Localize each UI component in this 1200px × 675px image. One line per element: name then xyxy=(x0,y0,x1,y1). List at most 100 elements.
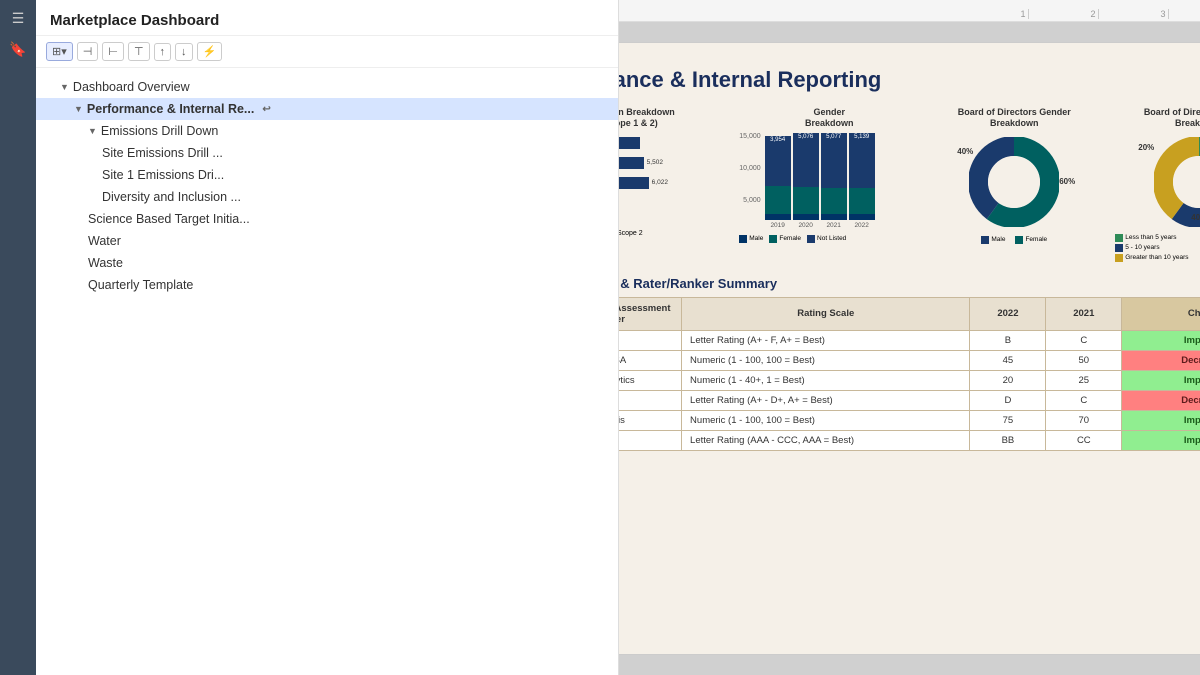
legend-scope2: Scope 2 xyxy=(619,230,643,238)
main-area: 1 2 3 4 5 6 7 8 9 10 11 12 13 Performanc… xyxy=(619,0,1200,675)
menu-icon[interactable]: ☰ xyxy=(12,10,25,27)
col-change: Change xyxy=(1122,297,1200,330)
2021-cell: 70 xyxy=(1046,410,1122,430)
2022-cell: 20 xyxy=(970,370,1046,390)
board-gender-donut xyxy=(969,137,1059,227)
legend-greater10: Greater than 10 years xyxy=(1115,254,1188,262)
less5-label: Less than 5 years xyxy=(1125,234,1176,241)
nav-label: Science Based Target Initia... xyxy=(88,212,250,226)
scope2-bar xyxy=(619,157,644,169)
scope2-label: Scope 2 xyxy=(619,230,643,237)
sidebar-item-diversity[interactable]: Diversity and Inclusion ... xyxy=(36,186,618,208)
arrow-icon: ▼ xyxy=(88,126,97,136)
bar-row-2020: 2020 xyxy=(619,137,730,149)
board-tenure-chart: Board of Directors TenureBreakdown 20% xyxy=(1109,107,1200,262)
expand-all-btn[interactable]: ⊤ xyxy=(128,42,150,61)
ruler-mark: 2 xyxy=(1029,9,1099,19)
arrow-icon: ▼ xyxy=(74,104,83,114)
male-bar xyxy=(793,214,819,220)
collapse-down-btn[interactable]: ↓ xyxy=(175,43,193,61)
table-title: Questionnaire & Rater/Ranker Summary xyxy=(619,276,1200,291)
legend-less5: Less than 5 years xyxy=(1115,234,1176,242)
nav-tree: ▼ Dashboard Overview ▼ Performance & Int… xyxy=(36,68,618,304)
scale-cell: Letter Rating (AAA - CCC, AAA = Best) xyxy=(682,430,970,450)
col-scale: Rating Scale xyxy=(682,297,970,330)
ruler: 1 2 3 4 5 6 7 8 9 10 11 12 13 xyxy=(619,0,1200,22)
collapse-up-btn[interactable]: ↑ xyxy=(154,43,172,61)
indent-btn[interactable]: ⊣ xyxy=(77,42,99,61)
board-tenure-title: Board of Directors TenureBreakdown xyxy=(1109,107,1200,129)
five10-label: 5 - 10 years xyxy=(1125,244,1159,251)
scale-cell: Letter Rating (A+ - D+, A+ = Best) xyxy=(682,390,970,410)
nav-label: Water xyxy=(88,234,121,248)
change-cell: Improved xyxy=(1122,410,1200,430)
outdent-btn[interactable]: ⊢ xyxy=(102,42,124,61)
legend-female: Female xyxy=(1015,236,1047,244)
y-label: 5,000 xyxy=(739,197,760,204)
five10-pct: 40% xyxy=(1191,213,1200,222)
edit-icon[interactable]: ↩ xyxy=(262,104,270,115)
provider-cell: MSCI xyxy=(619,430,682,450)
sidebar-item-emissions-drill-down[interactable]: ▼ Emissions Drill Down xyxy=(36,120,618,142)
female-label: Female xyxy=(1025,236,1047,243)
ruler-marks: 1 2 3 4 5 6 7 8 9 10 11 12 13 xyxy=(959,9,1200,19)
male-color xyxy=(981,236,989,244)
change-cell: Improved xyxy=(1122,430,1200,450)
bar-row-2022: 2022 6,022 xyxy=(619,177,730,189)
stacked-bar-2020: 5,076 2020 xyxy=(793,133,819,229)
scope2-bar xyxy=(619,137,640,149)
nav-label: Diversity and Inclusion ... xyxy=(102,190,241,204)
2022-cell: BB xyxy=(970,430,1046,450)
table-section: Questionnaire & Rater/Ranker Summary Rat… xyxy=(619,276,1200,451)
nav-label: Quarterly Template xyxy=(88,278,193,292)
scale-cell: Numeric (1 - 100, 100 = Best) xyxy=(682,350,970,370)
table-row: MSCI Letter Rating (AAA - CCC, AAA = Bes… xyxy=(619,430,1200,450)
sidebar-item-site-emissions[interactable]: Site Emissions Drill ... xyxy=(36,142,618,164)
y-label: 10,000 xyxy=(739,165,760,172)
sidebar-item-dashboard-overview[interactable]: ▼ Dashboard Overview xyxy=(36,76,618,98)
legend-5-10: 5 - 10 years xyxy=(1115,244,1159,252)
ruler-mark: 4 xyxy=(1169,9,1200,19)
sidebar-item-science-based-target[interactable]: Science Based Target Initia... xyxy=(36,208,618,230)
legend-female: Female xyxy=(769,235,801,243)
sidebar-item-site1-emissions[interactable]: Site 1 Emissions Dri... xyxy=(36,164,618,186)
sidebar-item-water[interactable]: Water xyxy=(36,230,618,252)
sidebar-item-waste[interactable]: Waste xyxy=(36,252,618,274)
bookmark-icon[interactable]: 🔖 xyxy=(9,41,26,58)
x-label: 2020 xyxy=(798,222,812,229)
sidebar-item-performance-internal[interactable]: ▼ Performance & Internal Re... ↩ xyxy=(36,98,618,120)
emission-legend: Scope 1 Scope 2 xyxy=(619,230,730,238)
sidebar-item-quarterly-template[interactable]: Quarterly Template xyxy=(36,274,618,296)
legend-male: Male xyxy=(739,235,763,243)
grid-view-btn[interactable]: ⊞▾ xyxy=(46,42,73,61)
female-color xyxy=(1015,236,1023,244)
provider-cell: S&P CSA xyxy=(619,350,682,370)
not-listed-val: 3,954 xyxy=(765,136,791,144)
canvas-area: Performance & Internal Reporting Emissio… xyxy=(619,22,1200,675)
scale-cell: Numeric (1 - 100, 100 = Best) xyxy=(682,410,970,430)
change-cell: Improved xyxy=(1122,330,1200,350)
legend-male: Male xyxy=(981,236,1005,244)
board-gender-legend: Male Female xyxy=(929,236,1099,244)
sidebar-header: Marketplace Dashboard xyxy=(36,0,618,36)
female-bar xyxy=(793,187,819,214)
nav-label: Site 1 Emissions Dri... xyxy=(102,168,224,182)
x-label: 2022 xyxy=(854,222,868,229)
change-cell: Decreased xyxy=(1122,350,1200,370)
male-label: Male xyxy=(991,236,1005,243)
legend-not-listed: Not Listed xyxy=(807,235,846,243)
sidebar-title: Marketplace Dashboard xyxy=(50,12,604,29)
scope1-row: 4,902 xyxy=(619,191,730,198)
not-listed-color xyxy=(807,235,815,243)
gender-chart: GenderBreakdown 15,000 10,000 5,000 3,95… xyxy=(739,107,919,262)
female-label: Female xyxy=(779,235,801,242)
less5-pct: 20% xyxy=(1138,143,1154,152)
filter-btn[interactable]: ⚡ xyxy=(197,42,223,61)
report-card: Performance & Internal Reporting Emissio… xyxy=(619,42,1200,655)
table-row: ISS Letter Rating (A+ - D+, A+ = Best) D… xyxy=(619,390,1200,410)
y-label: 15,000 xyxy=(739,133,760,140)
charts-row: Emission Breakdown(Scope 1 & 2) 15,000 1… xyxy=(619,107,1200,262)
male-bar xyxy=(765,214,791,220)
emission-chart: Emission Breakdown(Scope 1 & 2) 15,000 1… xyxy=(619,107,730,262)
col-provider: Rating Agency / Assessment Provider xyxy=(619,297,682,330)
